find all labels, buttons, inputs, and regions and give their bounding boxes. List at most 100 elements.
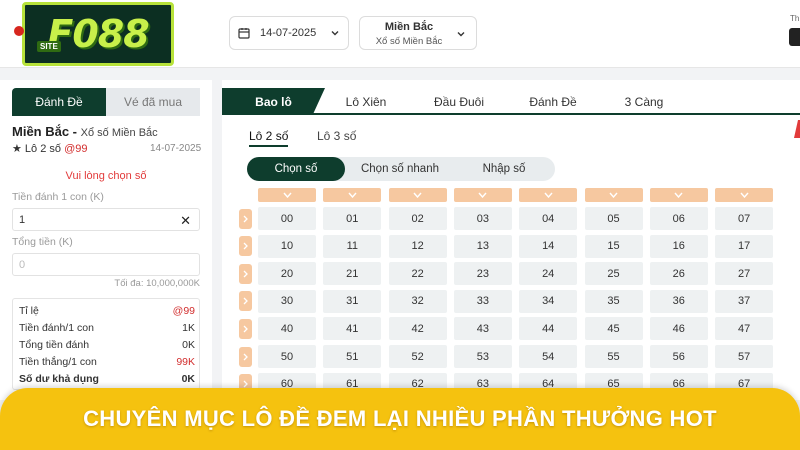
number-cell[interactable]: 36 [649,289,708,313]
promo-banner: CHUYÊN MỤC LÔ ĐỀ ĐEM LẠI NHIỀU PHẦN THƯỞ… [0,388,800,450]
column-select-button[interactable] [453,188,512,202]
number-cell[interactable]: 20 [258,262,316,286]
number-cell[interactable]: 21 [323,262,382,286]
number-grid: 00 01 02 03 04 05 06 07 10 11 12 13 14 15 16 17 20 21 22 23… [222,80,800,400]
amount-value: 1 [19,213,26,226]
number-cell[interactable]: 17 [715,234,774,258]
number-cell[interactable]: 52 [388,345,447,368]
region-select[interactable]: Miền Bắc Xổ số Miền Bắc [359,16,477,50]
number-cell[interactable]: 32 [388,289,447,313]
number-cell[interactable]: 07 [715,207,774,230]
number-cell[interactable]: 25 [584,262,643,286]
chevron-down-icon [740,192,749,198]
number-cell[interactable]: 24 [519,262,578,286]
summary-value: 0K [181,373,195,385]
tab-bought-tickets[interactable]: Vé đã mua [106,88,200,116]
number-cell[interactable]: 44 [519,317,578,341]
number-cell[interactable]: 33 [453,289,512,313]
header-right-button[interactable] [789,28,800,46]
summary-value: 99K [176,356,195,368]
number-cell[interactable]: 27 [715,262,774,286]
chevron-right-icon [243,270,248,278]
number-cell[interactable]: 13 [453,234,512,258]
bet-slip-tabs: Đánh Đề Vé đã mua [12,88,200,116]
clear-icon[interactable]: ✕ [180,213,191,229]
chevron-down-icon [413,192,422,198]
number-cell[interactable]: 14 [519,234,578,258]
number-cell[interactable]: 23 [453,262,512,286]
number-cell[interactable]: 55 [584,345,643,368]
number-cell[interactable]: 04 [519,207,578,230]
number-cell[interactable]: 06 [649,207,708,230]
number-cell[interactable]: 10 [258,234,316,258]
number-cell[interactable]: 40 [258,317,316,341]
number-cell[interactable]: 05 [584,207,643,230]
number-cell[interactable]: 45 [584,317,643,341]
number-cell[interactable]: 16 [649,234,708,258]
number-cell[interactable]: 53 [453,345,512,368]
chevron-right-icon [243,215,248,222]
number-cell[interactable]: 00 [258,207,316,230]
chevron-right-icon [243,242,248,250]
number-cell[interactable]: 54 [519,345,578,368]
number-cell[interactable]: 02 [388,207,447,230]
number-cell[interactable]: 31 [323,289,382,313]
number-cell[interactable]: 56 [649,345,708,368]
total-input[interactable]: 0 [12,253,200,276]
number-cell[interactable]: 12 [388,234,447,258]
number-cell[interactable]: 34 [519,289,578,313]
number-cell[interactable]: 30 [258,289,316,313]
column-select-button[interactable] [258,188,316,202]
summary-label: Tiền thắng/1 con [19,356,97,368]
number-cell[interactable]: 42 [388,317,447,341]
column-select-button[interactable] [519,188,578,202]
chevron-down-icon [331,31,339,36]
row-select-button[interactable] [239,318,252,339]
date-picker[interactable]: 14-07-2025 [229,16,349,50]
tab-place-bet[interactable]: Đánh Đề [12,88,106,116]
row-select-button[interactable] [239,208,252,229]
date-value: 14-07-2025 [260,27,317,39]
number-cell[interactable]: 41 [323,317,382,341]
number-cell[interactable]: 03 [453,207,512,230]
region-title: Miền Bắc [384,21,434,33]
number-cell[interactable]: 50 [258,345,316,368]
summary-row: Tỉ lệ @99 [19,305,195,317]
row-select-button[interactable] [239,263,252,284]
number-cell[interactable]: 26 [649,262,708,286]
amount-input[interactable]: 1 ✕ [12,208,200,231]
number-cell[interactable]: 37 [715,289,774,313]
number-cell[interactable]: 15 [584,234,643,258]
row-select-button[interactable] [239,346,252,367]
number-cell[interactable]: 22 [388,262,447,286]
bet-summary: Tỉ lệ @99 Tiền đánh/1 con 1K Tổng tiền đánh 0… [12,298,200,390]
row-select-button[interactable] [239,236,252,257]
chevron-right-icon [243,353,248,360]
summary-row: Tổng tiền đánh 0K [19,339,195,351]
number-cell[interactable]: 47 [715,317,774,341]
number-cell[interactable]: 57 [715,345,774,368]
column-select-button[interactable] [584,188,643,202]
number-cell[interactable]: 35 [584,289,643,313]
calendar-icon [238,28,250,39]
number-cell[interactable]: 43 [453,317,512,341]
chevron-right-icon [243,325,248,333]
number-cell[interactable]: 46 [649,317,708,341]
chevron-down-icon [478,192,487,198]
logo-dot-icon [14,26,24,36]
chevron-right-icon [243,380,248,388]
column-select-button[interactable] [715,188,774,202]
number-cell[interactable]: 01 [323,207,382,230]
number-cell[interactable]: 11 [323,234,382,258]
number-picker-panel: Bao lô Lô Xiên Đầu Đuôi Đánh Đề 3 Càng L… [222,80,800,400]
header-right-text: Th [790,14,800,23]
number-cell[interactable]: 51 [323,345,382,368]
column-select-button[interactable] [388,188,447,202]
row-select-button[interactable] [239,291,252,312]
column-select-button[interactable] [649,188,708,202]
column-select-button[interactable] [323,188,382,202]
bet-slip-panel: Đánh Đề Vé đã mua Miền Bắc - Xổ số Miền … [0,80,212,400]
slip-region-sub: Xổ số Miền Bắc [80,127,158,139]
site-logo[interactable]: F088 SITE [22,2,174,66]
chevron-down-icon [457,32,465,37]
